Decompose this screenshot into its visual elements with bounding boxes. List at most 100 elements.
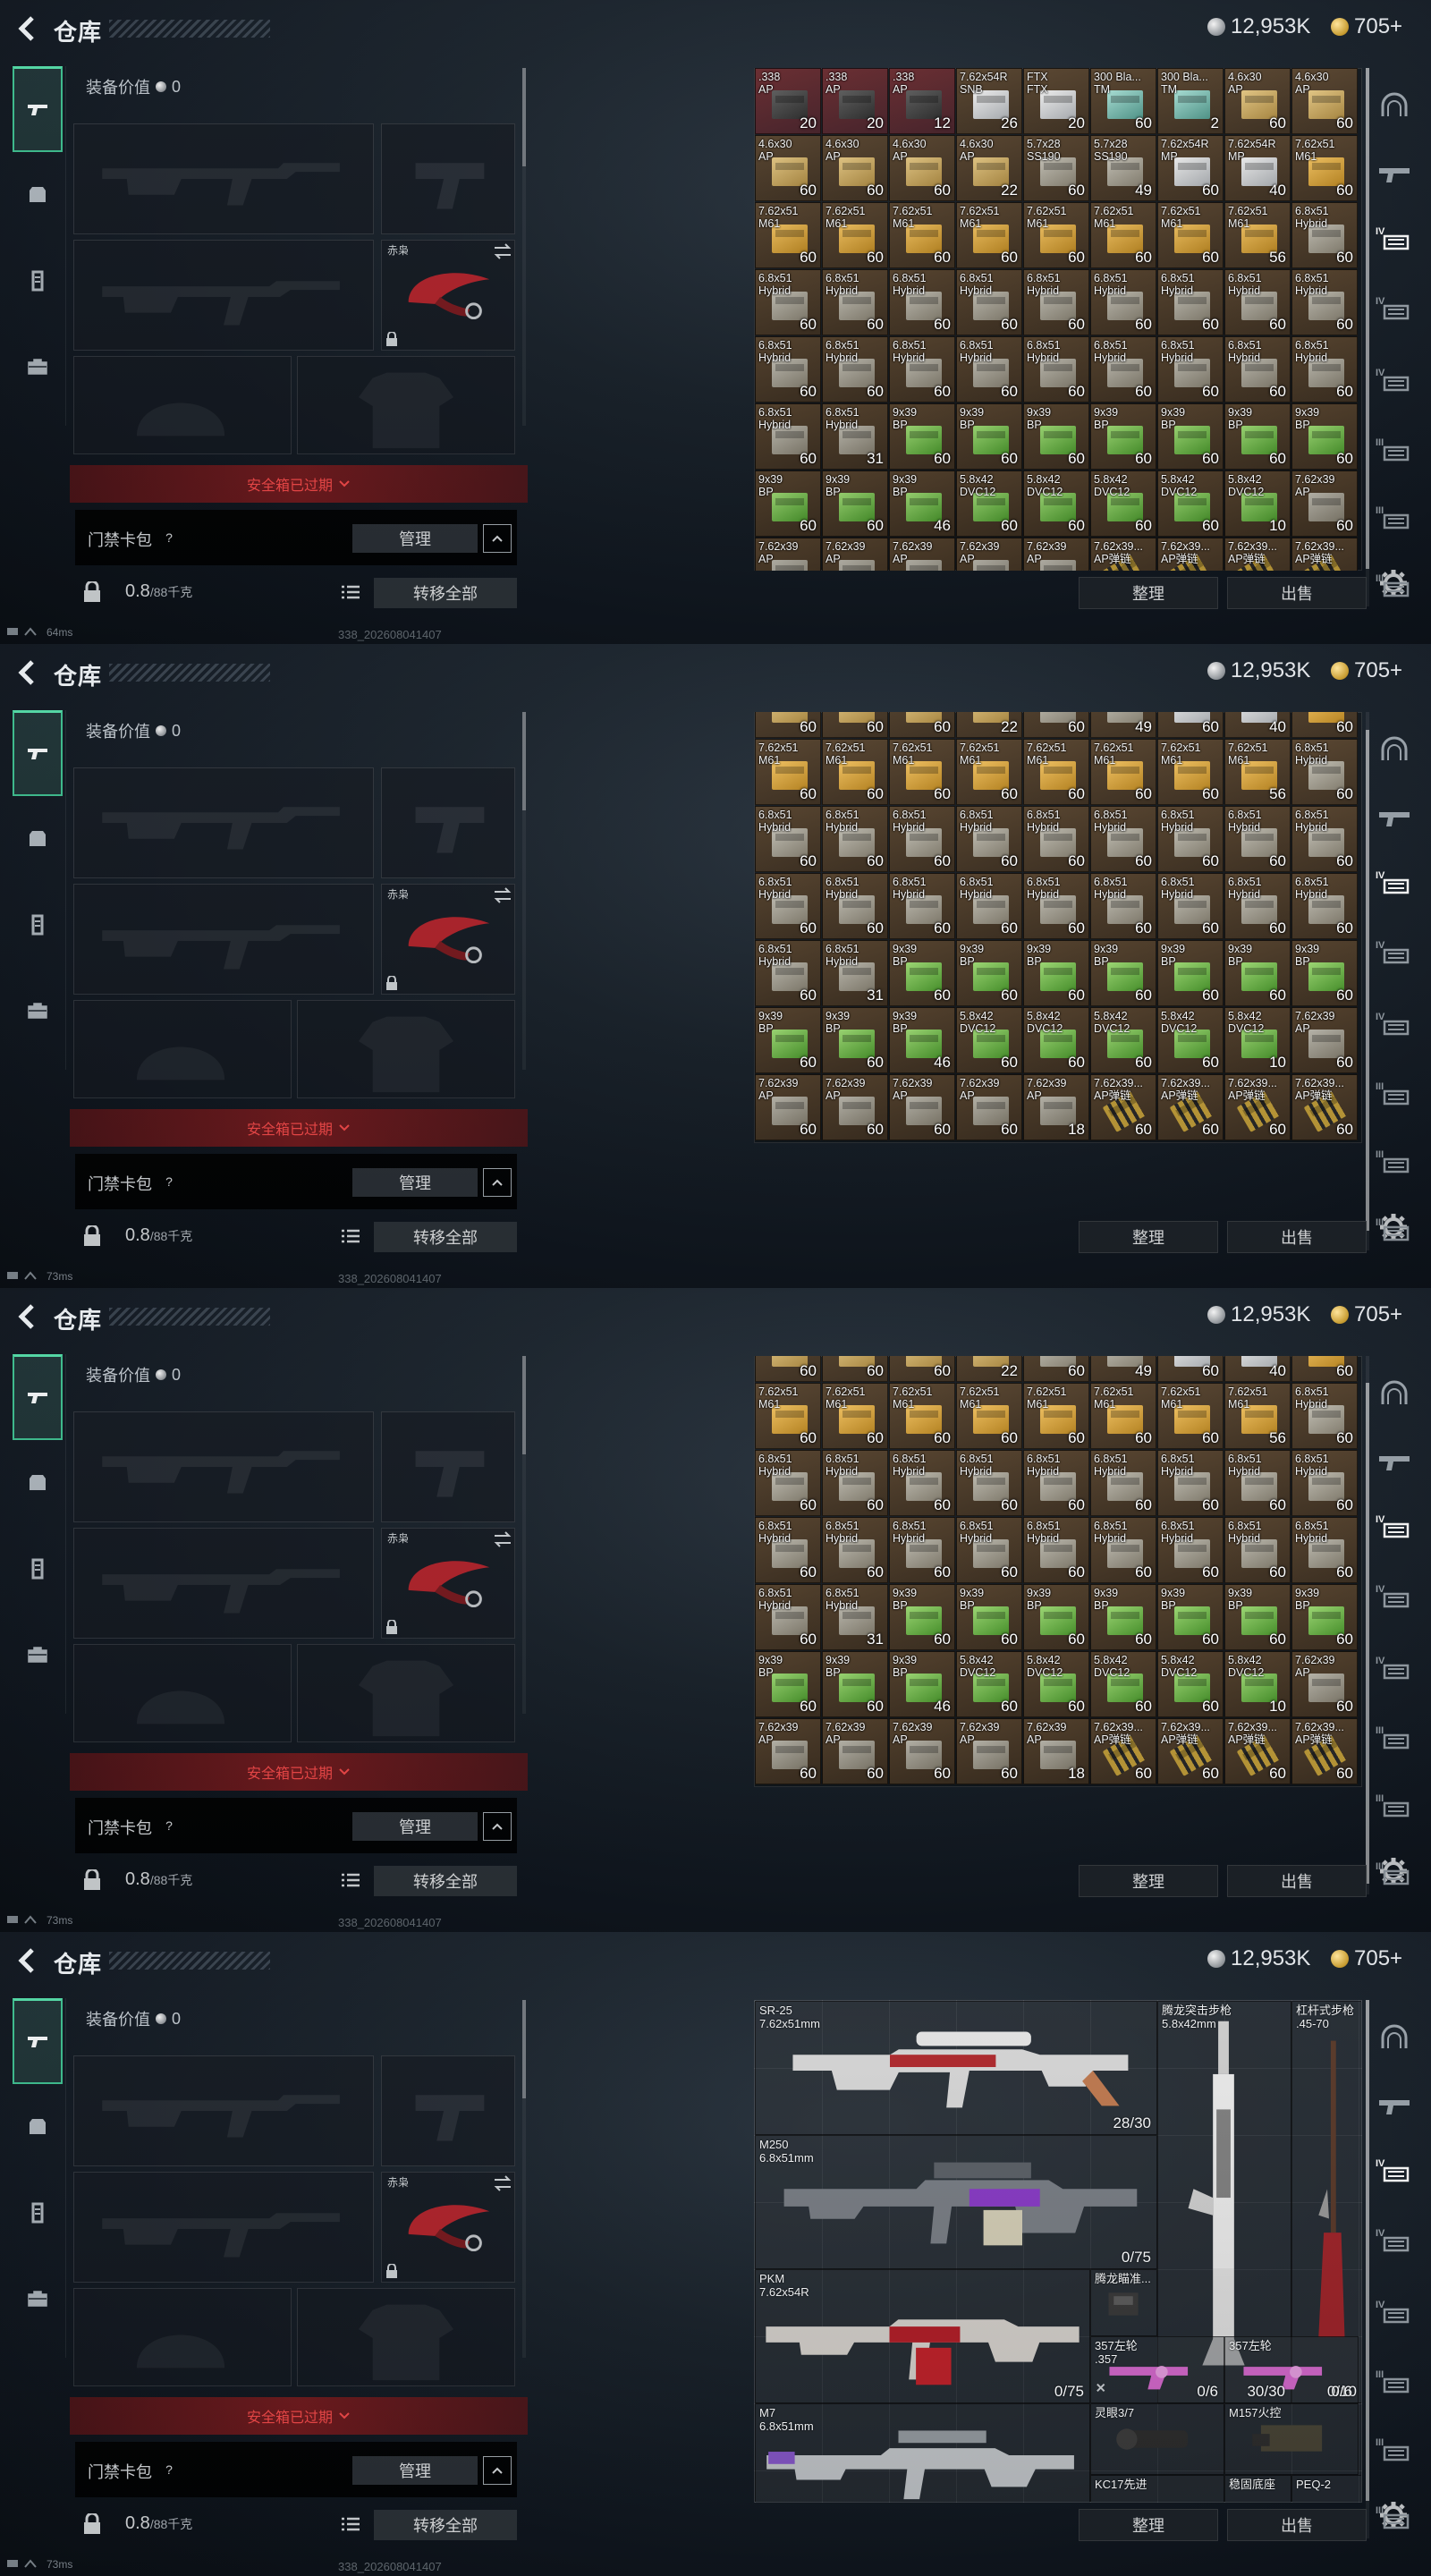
ammo-item[interactable]: 9x39 BP 60	[1090, 1584, 1156, 1650]
ammo-item[interactable]: 6.8x51 Hybrid 60	[1157, 1517, 1224, 1583]
ammo-item[interactable]: 6.8x51 Hybrid 60	[1291, 1517, 1358, 1583]
ammo-item[interactable]: 9x39 BP 46	[889, 470, 955, 537]
ammo-item[interactable]: 5.8x42 DVC12 60	[956, 470, 1022, 537]
secondary-weapon-slot[interactable]	[73, 1528, 374, 1639]
stash-tab-2[interactable]	[1374, 800, 1415, 832]
transfer-all-button[interactable]: 转移全部	[374, 578, 517, 608]
transfer-all-button[interactable]: 转移全部	[374, 1222, 517, 1252]
ammo-item[interactable]: 9x39 BP 60	[1023, 1584, 1089, 1650]
ammo-item[interactable]: 4.6x30 AP60	[822, 712, 888, 738]
ammo-item[interactable]: 5.7x28 SS19060	[1023, 1356, 1089, 1382]
melee-slot[interactable]: 赤枭	[381, 240, 515, 351]
ammo-item[interactable]: 7.62x39... AP弹链60	[1157, 538, 1224, 571]
tab-armor[interactable]	[13, 152, 63, 238]
sell-button[interactable]: 出售	[1227, 2509, 1367, 2541]
ammo-item[interactable]: 6.8x51 Hybrid 60	[889, 1517, 955, 1583]
collapse-button[interactable]	[483, 2456, 512, 2485]
equipment-scrollbar[interactable]	[522, 712, 526, 1070]
ammo-item[interactable]: 7.62x39 AP60	[755, 1718, 821, 1784]
stash-tab-6[interactable]: III	[1374, 1077, 1415, 1109]
scrollbar-thumb[interactable]	[522, 1356, 526, 1454]
back-arrow-icon[interactable]	[14, 13, 39, 45]
ammo-item[interactable]: 7.62x39 AP 18	[1023, 1074, 1089, 1140]
ammo-item[interactable]: 7.62x54R MP40	[1224, 712, 1291, 738]
safe-box-expired-banner[interactable]: 安全箱已过期	[70, 2397, 528, 2435]
ammo-item[interactable]: 9x39 BP 60	[755, 470, 821, 537]
ammo-item[interactable]: 5.8x42 DVC12 10	[1224, 470, 1291, 537]
stash-tab-2[interactable]	[1374, 1444, 1415, 1476]
ammo-item[interactable]: 7.62x51 M61 56	[1224, 202, 1291, 268]
ammo-item[interactable]: 300 Bla... TM 2	[1157, 68, 1224, 134]
ammo-item[interactable]: 7.62x39 AP60	[822, 538, 888, 571]
ammo-item[interactable]: 7.62x51 M61 60	[956, 202, 1022, 268]
stash-tab-5[interactable]: IV	[1374, 2295, 1415, 2327]
ammo-item[interactable]: 5.8x42 DVC12 60	[1157, 470, 1224, 537]
ammo-item[interactable]: 5.8x42 DVC12 60	[956, 1007, 1022, 1073]
ammo-item[interactable]: 7.62x51 M61 60	[1023, 739, 1089, 805]
armor-slot[interactable]	[297, 356, 515, 454]
ammo-item[interactable]: 7.62x51 M61 60	[755, 739, 821, 805]
ammo-item[interactable]: 6.8x51 Hybrid 60	[1023, 873, 1089, 939]
ammo-item[interactable]: 7.62x51 M61 60	[755, 202, 821, 268]
tab-weapons[interactable]	[13, 1998, 63, 2084]
tab-rig[interactable]	[13, 238, 63, 324]
ammo-item[interactable]: 9x39 BP 60	[956, 403, 1022, 470]
ammo-item[interactable]: 7.62x51 M61 60	[1090, 202, 1156, 268]
ammo-item[interactable]: 9x39 BP 60	[889, 940, 955, 1006]
ammo-item[interactable]: 6.8x51 Hybrid 60	[956, 873, 1022, 939]
stash-tab-3[interactable]: IV	[1374, 1510, 1415, 1542]
ammo-item[interactable]: 7.62x51 M61 60	[1090, 1383, 1156, 1449]
primary-weapon-slot[interactable]	[73, 1411, 374, 1522]
weapon-item[interactable]: 灵眼3/7	[1090, 2403, 1224, 2475]
gold-balance[interactable]: 705+	[1331, 658, 1402, 683]
ammo-item[interactable]: 6.8x51 Hybrid 60	[956, 1517, 1022, 1583]
ammo-item[interactable]: 7.62x39... AP弹链60	[1291, 1074, 1358, 1140]
ammo-item[interactable]: 6.8x51 Hybrid 60	[1291, 1450, 1358, 1516]
ammo-item[interactable]: 6.8x51 Hybrid 60	[755, 1517, 821, 1583]
ammo-item[interactable]: 9x39 BP 60	[889, 403, 955, 470]
ammo-item[interactable]: 7.62x51 M61 60	[822, 1383, 888, 1449]
ammo-item[interactable]: 5.8x42 DVC12 60	[1090, 1007, 1156, 1073]
ammo-item[interactable]: 9x39 BP 60	[1157, 940, 1224, 1006]
ammo-item[interactable]: 7.62x39 AP60	[889, 1074, 955, 1140]
ammo-item[interactable]: 7.62x51 M61 56	[1224, 1383, 1291, 1449]
ammo-item[interactable]: 6.8x51 Hybrid 60	[1090, 873, 1156, 939]
tab-backpack[interactable]	[13, 2256, 63, 2342]
armor-slot[interactable]	[297, 1000, 515, 1098]
collapse-button[interactable]	[483, 524, 512, 553]
ammo-item[interactable]: 6.8x51 Hybrid 60	[1291, 336, 1358, 402]
stash-tab-5[interactable]: IV	[1374, 1651, 1415, 1683]
sell-button[interactable]: 出售	[1227, 1865, 1367, 1897]
tab-backpack[interactable]	[13, 1612, 63, 1698]
stash-tab-6[interactable]: III	[1374, 1721, 1415, 1753]
ammo-item[interactable]: 7.62x39... AP弹链60	[1157, 1718, 1224, 1784]
ammo-item[interactable]: 6.8x51 Hybrid 60	[755, 806, 821, 872]
ammo-item[interactable]: 4.6x30 AP60	[889, 1356, 955, 1382]
stash-tab-7[interactable]: III	[1374, 2433, 1415, 2465]
safe-box-expired-banner[interactable]: 安全箱已过期	[70, 1109, 528, 1147]
ammo-item[interactable]: 7.62x54R SNB 26	[956, 68, 1022, 134]
ammo-item[interactable]: 7.62x51 M61 60	[1157, 739, 1224, 805]
sort-button[interactable]: 整理	[1079, 2509, 1218, 2541]
ammo-item[interactable]: 9x39 BP 46	[889, 1007, 955, 1073]
ammo-item[interactable]: 6.8x51 Hybrid 60	[822, 269, 888, 335]
stash-scrollbar[interactable]	[1366, 712, 1369, 1250]
ammo-item[interactable]: 4.6x30 AP60	[889, 712, 955, 738]
ammo-item[interactable]: 9x39 BP 46	[889, 1651, 955, 1717]
ammo-item[interactable]: 7.62x51 M61 60	[889, 739, 955, 805]
ammo-item[interactable]: 9x39 BP 60	[1157, 403, 1224, 470]
tab-weapons[interactable]	[13, 66, 63, 152]
ammo-item[interactable]: 6.8x51 Hybrid 60	[755, 1450, 821, 1516]
ammo-item[interactable]: 6.8x51 Hybrid 60	[889, 336, 955, 402]
ammo-item[interactable]: 6.8x51 Hybrid 60	[1291, 873, 1358, 939]
ammo-item[interactable]: 6.8x51 Hybrid 60	[889, 269, 955, 335]
ammo-item[interactable]: 7.62x51 M61 60	[889, 202, 955, 268]
ammo-item[interactable]: 6.8x51 Hybrid 60	[822, 873, 888, 939]
stash-tab-3[interactable]: IV	[1374, 2154, 1415, 2186]
ammo-item[interactable]: 7.62x39... AP弹链60	[1090, 538, 1156, 571]
stash-tab-5[interactable]: IV	[1374, 363, 1415, 395]
ammo-item[interactable]: 9x39 BP 60	[956, 940, 1022, 1006]
weapon-item[interactable]: M7 6.8x51mm	[755, 2403, 1090, 2502]
help-icon[interactable]: ?	[159, 1816, 179, 1835]
ammo-item[interactable]: 6.8x51 Hybrid 60	[889, 806, 955, 872]
